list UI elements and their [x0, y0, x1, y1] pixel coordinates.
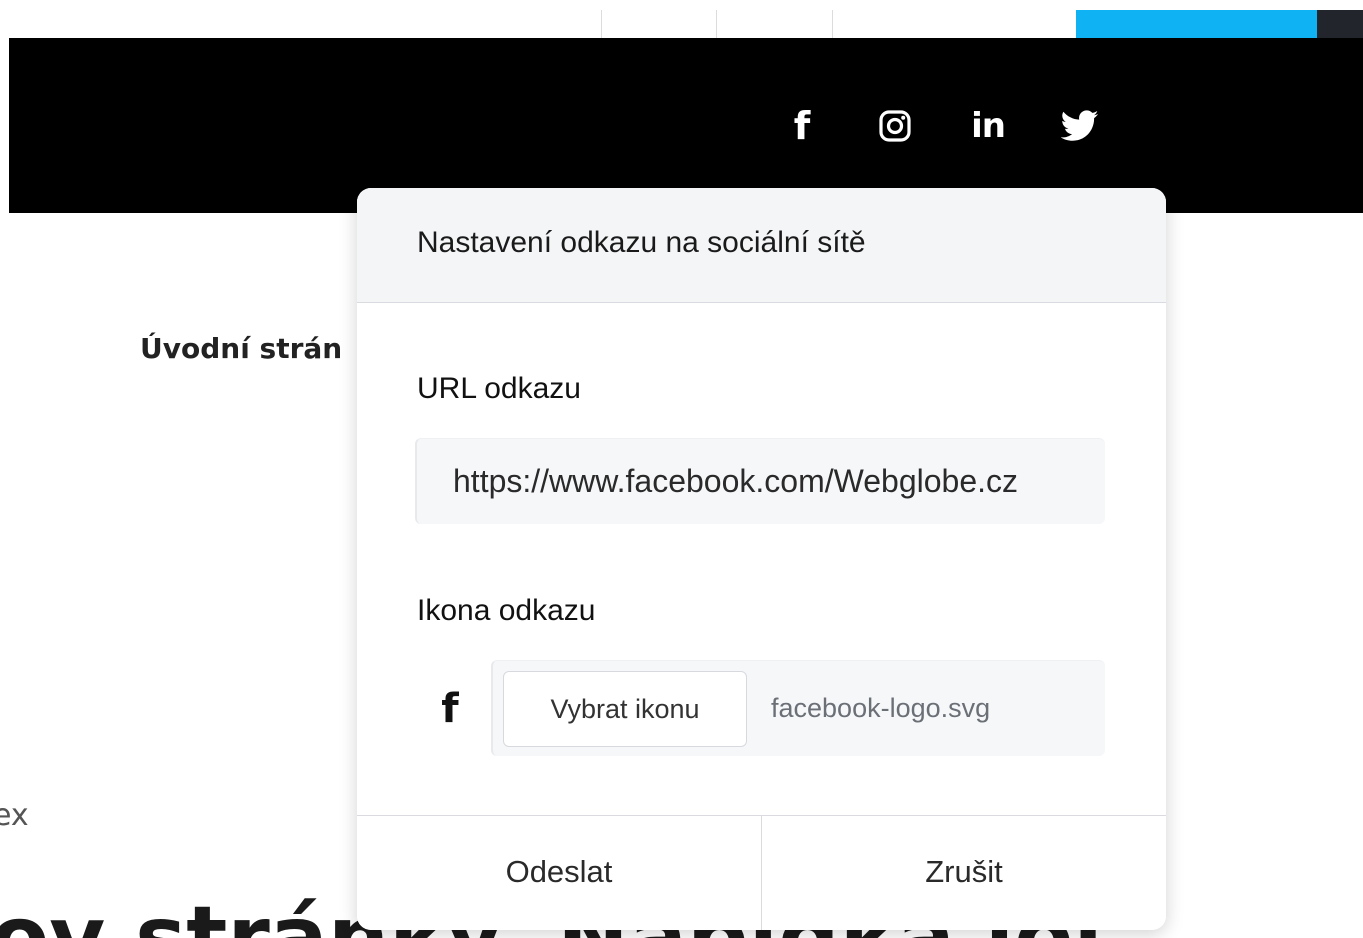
icon-label: Ikona odkazu — [417, 594, 596, 627]
facebook-icon[interactable]: f — [784, 104, 820, 148]
url-input[interactable] — [415, 438, 1105, 524]
background-text-fragment: ex — [0, 798, 29, 833]
dialog-footer: Odeslat Zrušit — [357, 815, 1166, 930]
instagram-icon[interactable] — [875, 104, 915, 148]
facebook-glyph: f — [793, 104, 811, 148]
linkedin-glyph: in — [971, 106, 1006, 146]
twitter-glyph — [1061, 110, 1099, 141]
toolbar-separator — [601, 10, 602, 38]
toolbar-separator — [832, 10, 833, 38]
site-header — [9, 38, 1363, 213]
linkedin-icon[interactable]: in — [964, 104, 1012, 148]
icon-file-picker: Vybrat ikonu facebook-logo.svg — [491, 660, 1105, 756]
toolbar-separator — [716, 10, 717, 38]
facebook-icon: f — [441, 686, 459, 732]
choose-icon-button[interactable]: Vybrat ikonu — [503, 671, 747, 747]
submit-button[interactable]: Odeslat — [357, 816, 761, 930]
social-link-dialog: Nastavení odkazu na sociální sítě URL od… — [357, 188, 1166, 930]
facebook-icon-preview: f — [435, 684, 465, 734]
dialog-title: Nastavení odkazu na sociální sítě — [417, 226, 866, 259]
toolbar-accent-button[interactable] — [1076, 10, 1317, 38]
cancel-button[interactable]: Zrušit — [762, 816, 1166, 930]
instagram-glyph — [879, 110, 911, 142]
twitter-icon[interactable] — [1058, 104, 1102, 148]
top-toolbar — [0, 0, 1363, 38]
background-nav-item: Úvodní strán — [140, 332, 343, 365]
toolbar-dark-button[interactable] — [1317, 10, 1363, 38]
dialog-header: Nastavení odkazu na sociální sítě — [357, 188, 1166, 303]
selected-file-name: facebook-logo.svg — [771, 693, 991, 723]
url-label: URL odkazu — [417, 372, 581, 405]
page: f in Úvodní strán ex ov stránky. Nabídka… — [0, 0, 1363, 938]
